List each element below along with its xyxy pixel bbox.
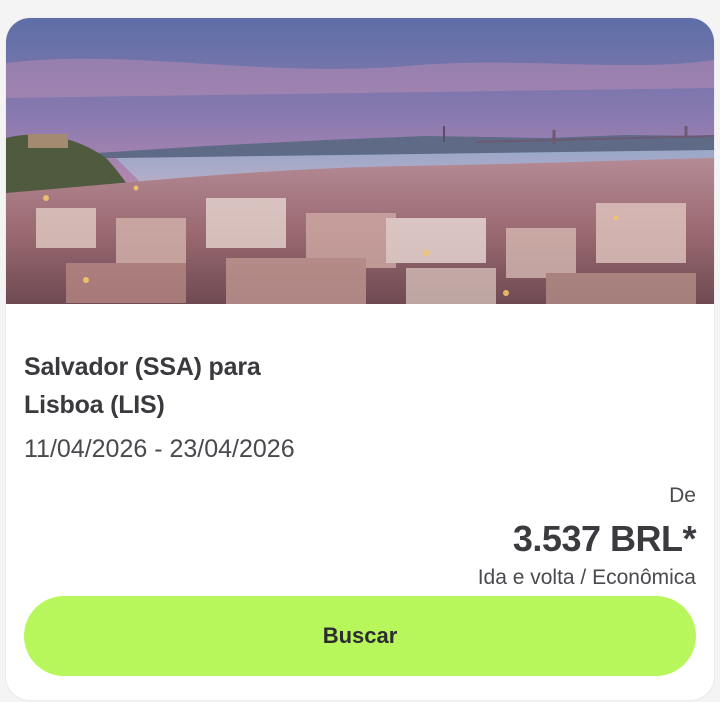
route-origin: Salvador (SSA) para xyxy=(24,353,261,381)
search-button[interactable]: Buscar xyxy=(24,596,696,676)
price-value: 3.537 BRL* xyxy=(512,518,697,559)
travel-dates: 11/04/2026 - 23/04/2026 xyxy=(24,435,295,463)
price-prefix: De xyxy=(669,484,696,507)
fare-type: Ida e volta / Econômica xyxy=(477,566,696,589)
destination-deal-card[interactable]: Salvador (SSA) para Lisboa (LIS) 11/04/2… xyxy=(6,18,714,700)
route-destination: Lisboa (LIS) xyxy=(24,391,165,419)
destination-photo xyxy=(6,18,714,304)
route-title: Salvador (SSA) para Lisboa (LIS) xyxy=(24,348,584,424)
